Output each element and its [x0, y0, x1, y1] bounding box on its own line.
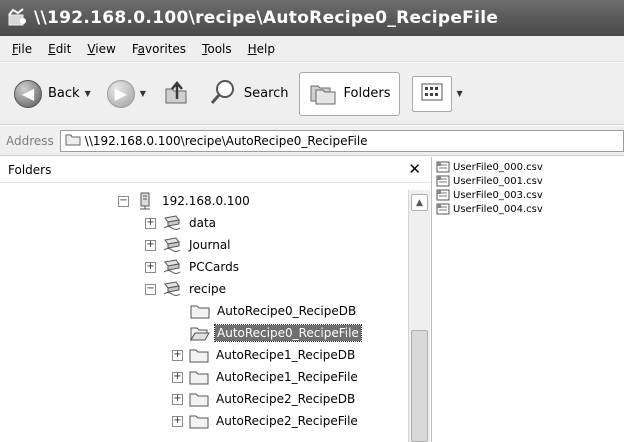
- tree-item-label: data: [189, 216, 217, 230]
- network-server-icon: [135, 192, 155, 210]
- tree-item-label: AutoRecipe2_RecipeDB: [216, 392, 356, 406]
- csv-file-icon: [436, 189, 450, 201]
- scroll-up-icon[interactable]: ▲: [411, 194, 428, 211]
- tree-item-label: AutoRecipe1_RecipeDB: [216, 348, 356, 362]
- tree-item-autorecipe1-recipedb[interactable]: + AutoRecipe1_RecipeDB: [172, 344, 357, 366]
- expand-icon[interactable]: +: [145, 217, 156, 229]
- tree-item-label: 192.168.0.100: [162, 194, 250, 208]
- back-button[interactable]: ◀ Back ▼: [8, 72, 97, 116]
- csv-file-icon: [436, 175, 450, 187]
- up-folder-button[interactable]: [156, 72, 198, 116]
- shared-drive-icon: [162, 214, 182, 232]
- tree-item-autorecipe2-recipedb[interactable]: + AutoRecipe2_RecipeDB: [172, 388, 357, 410]
- toolbar: ◀ Back ▼ ▶ ▼ Search Folders ▼: [0, 63, 624, 125]
- window-title: \\192.168.0.100\recipe\AutoRecipe0_Recip…: [34, 8, 499, 28]
- tree-item-data[interactable]: + data: [145, 212, 218, 234]
- tree-item-recipe[interactable]: − recipe: [145, 278, 228, 300]
- forward-button[interactable]: ▶ ▼: [101, 72, 152, 116]
- address-folder-icon: [65, 133, 81, 149]
- views-dropdown-icon[interactable]: ▼: [457, 89, 463, 98]
- folder-tree-scrollbar[interactable]: ▲: [408, 190, 430, 442]
- file-item[interactable]: UserFile0_004.csv: [436, 202, 543, 216]
- file-name: UserFile0_000.csv: [453, 161, 543, 173]
- tree-item-autorecipe1-recipefile[interactable]: + AutoRecipe1_RecipeFile: [172, 366, 360, 388]
- expand-icon[interactable]: +: [145, 239, 156, 251]
- forward-arrow-icon: ▶: [106, 79, 135, 108]
- scrollbar-thumb[interactable]: [411, 330, 428, 442]
- collapse-icon[interactable]: −: [145, 283, 156, 295]
- back-arrow-icon: ◀: [14, 79, 42, 108]
- open-folder-icon: [190, 324, 210, 342]
- address-path: \\192.168.0.100\recipe\AutoRecipe0_Recip…: [84, 133, 368, 148]
- up-folder-icon: [162, 77, 192, 110]
- tree-item-autorecipe0-recipedb[interactable]: AutoRecipe0_RecipeDB: [190, 300, 358, 322]
- address-field[interactable]: \\192.168.0.100\recipe\AutoRecipe0_Recip…: [59, 129, 624, 152]
- file-item[interactable]: UserFile0_003.csv: [436, 188, 543, 202]
- expand-icon[interactable]: +: [172, 415, 183, 427]
- forward-dropdown-icon[interactable]: ▼: [140, 89, 146, 98]
- expand-icon[interactable]: +: [172, 393, 183, 405]
- back-dropdown-icon[interactable]: ▼: [85, 89, 91, 98]
- tree-item-label: AutoRecipe2_RecipeFile: [216, 414, 358, 428]
- folders-label: Folders: [343, 86, 391, 101]
- folders-pane-title: Folders: [8, 162, 52, 177]
- search-icon: [208, 77, 238, 110]
- tree-item-pccards[interactable]: + PCCards: [145, 256, 241, 278]
- views-grid-icon: [421, 82, 443, 105]
- folder-icon: [190, 302, 210, 320]
- file-name: UserFile0_001.csv: [453, 175, 543, 187]
- file-name: UserFile0_003.csv: [453, 189, 543, 201]
- menu-favorites[interactable]: Favorites: [124, 42, 194, 56]
- tree-item-label: AutoRecipe0_RecipeDB: [217, 304, 357, 318]
- file-name: UserFile0_004.csv: [453, 203, 543, 215]
- tree-item-journal[interactable]: + Journal: [145, 234, 233, 256]
- close-icon[interactable]: ✕: [408, 162, 421, 177]
- tree-item-label: AutoRecipe0_RecipeFile: [214, 324, 362, 342]
- search-button[interactable]: Search: [202, 72, 295, 116]
- tree-item-label: recipe: [189, 282, 226, 296]
- tree-item-server[interactable]: − 192.168.0.100: [118, 190, 252, 212]
- views-button[interactable]: [411, 75, 452, 112]
- folders-icon: [308, 77, 338, 110]
- folders-pane-header: Folders ✕: [0, 157, 431, 183]
- menu-tools[interactable]: Tools: [194, 42, 240, 56]
- back-label: Back: [48, 86, 80, 101]
- tree-item-label: AutoRecipe1_RecipeFile: [216, 370, 358, 384]
- address-bar: Address \\192.168.0.100\recipe\AutoRecip…: [0, 126, 624, 156]
- shared-drive-icon: [162, 236, 182, 254]
- menu-edit[interactable]: Edit: [40, 42, 79, 56]
- menu-bar: File Edit View Favorites Tools Help: [0, 36, 624, 62]
- shared-drive-icon: [162, 258, 182, 276]
- folder-icon: [189, 346, 209, 364]
- tree-item-label: PCCards: [189, 260, 239, 274]
- folder-icon: [189, 412, 209, 430]
- menu-help[interactable]: Help: [240, 42, 283, 56]
- folder-icon: [189, 368, 209, 386]
- collapse-icon[interactable]: −: [118, 195, 129, 207]
- tree-item-autorecipe2-recipefile[interactable]: + AutoRecipe2_RecipeFile: [172, 410, 360, 432]
- expand-icon[interactable]: +: [172, 349, 183, 361]
- title-bar[interactable]: \\192.168.0.100\recipe\AutoRecipe0_Recip…: [0, 0, 624, 36]
- file-item[interactable]: UserFile0_000.csv: [436, 160, 543, 174]
- expand-icon[interactable]: +: [172, 371, 183, 383]
- file-item[interactable]: UserFile0_001.csv: [436, 174, 543, 188]
- file-list: UserFile0_000.csv UserFile0_001.csv User…: [436, 160, 624, 442]
- window-app-icon: [6, 7, 28, 29]
- folders-button[interactable]: Folders: [298, 71, 400, 116]
- menu-view[interactable]: View: [79, 42, 123, 56]
- folders-pane: Folders ✕ − 192.168.0.100 + data + Journ…: [0, 157, 432, 442]
- tree-item-label: Journal: [189, 238, 231, 252]
- csv-file-icon: [436, 161, 450, 173]
- search-label: Search: [243, 86, 289, 101]
- tree-item-autorecipe0-recipefile[interactable]: AutoRecipe0_RecipeFile: [190, 322, 362, 344]
- menu-file[interactable]: File: [4, 42, 40, 56]
- expand-icon[interactable]: +: [145, 261, 156, 273]
- shared-drive-icon: [162, 280, 182, 298]
- csv-file-icon: [436, 203, 450, 215]
- folder-icon: [189, 390, 209, 408]
- address-label: Address: [6, 133, 54, 148]
